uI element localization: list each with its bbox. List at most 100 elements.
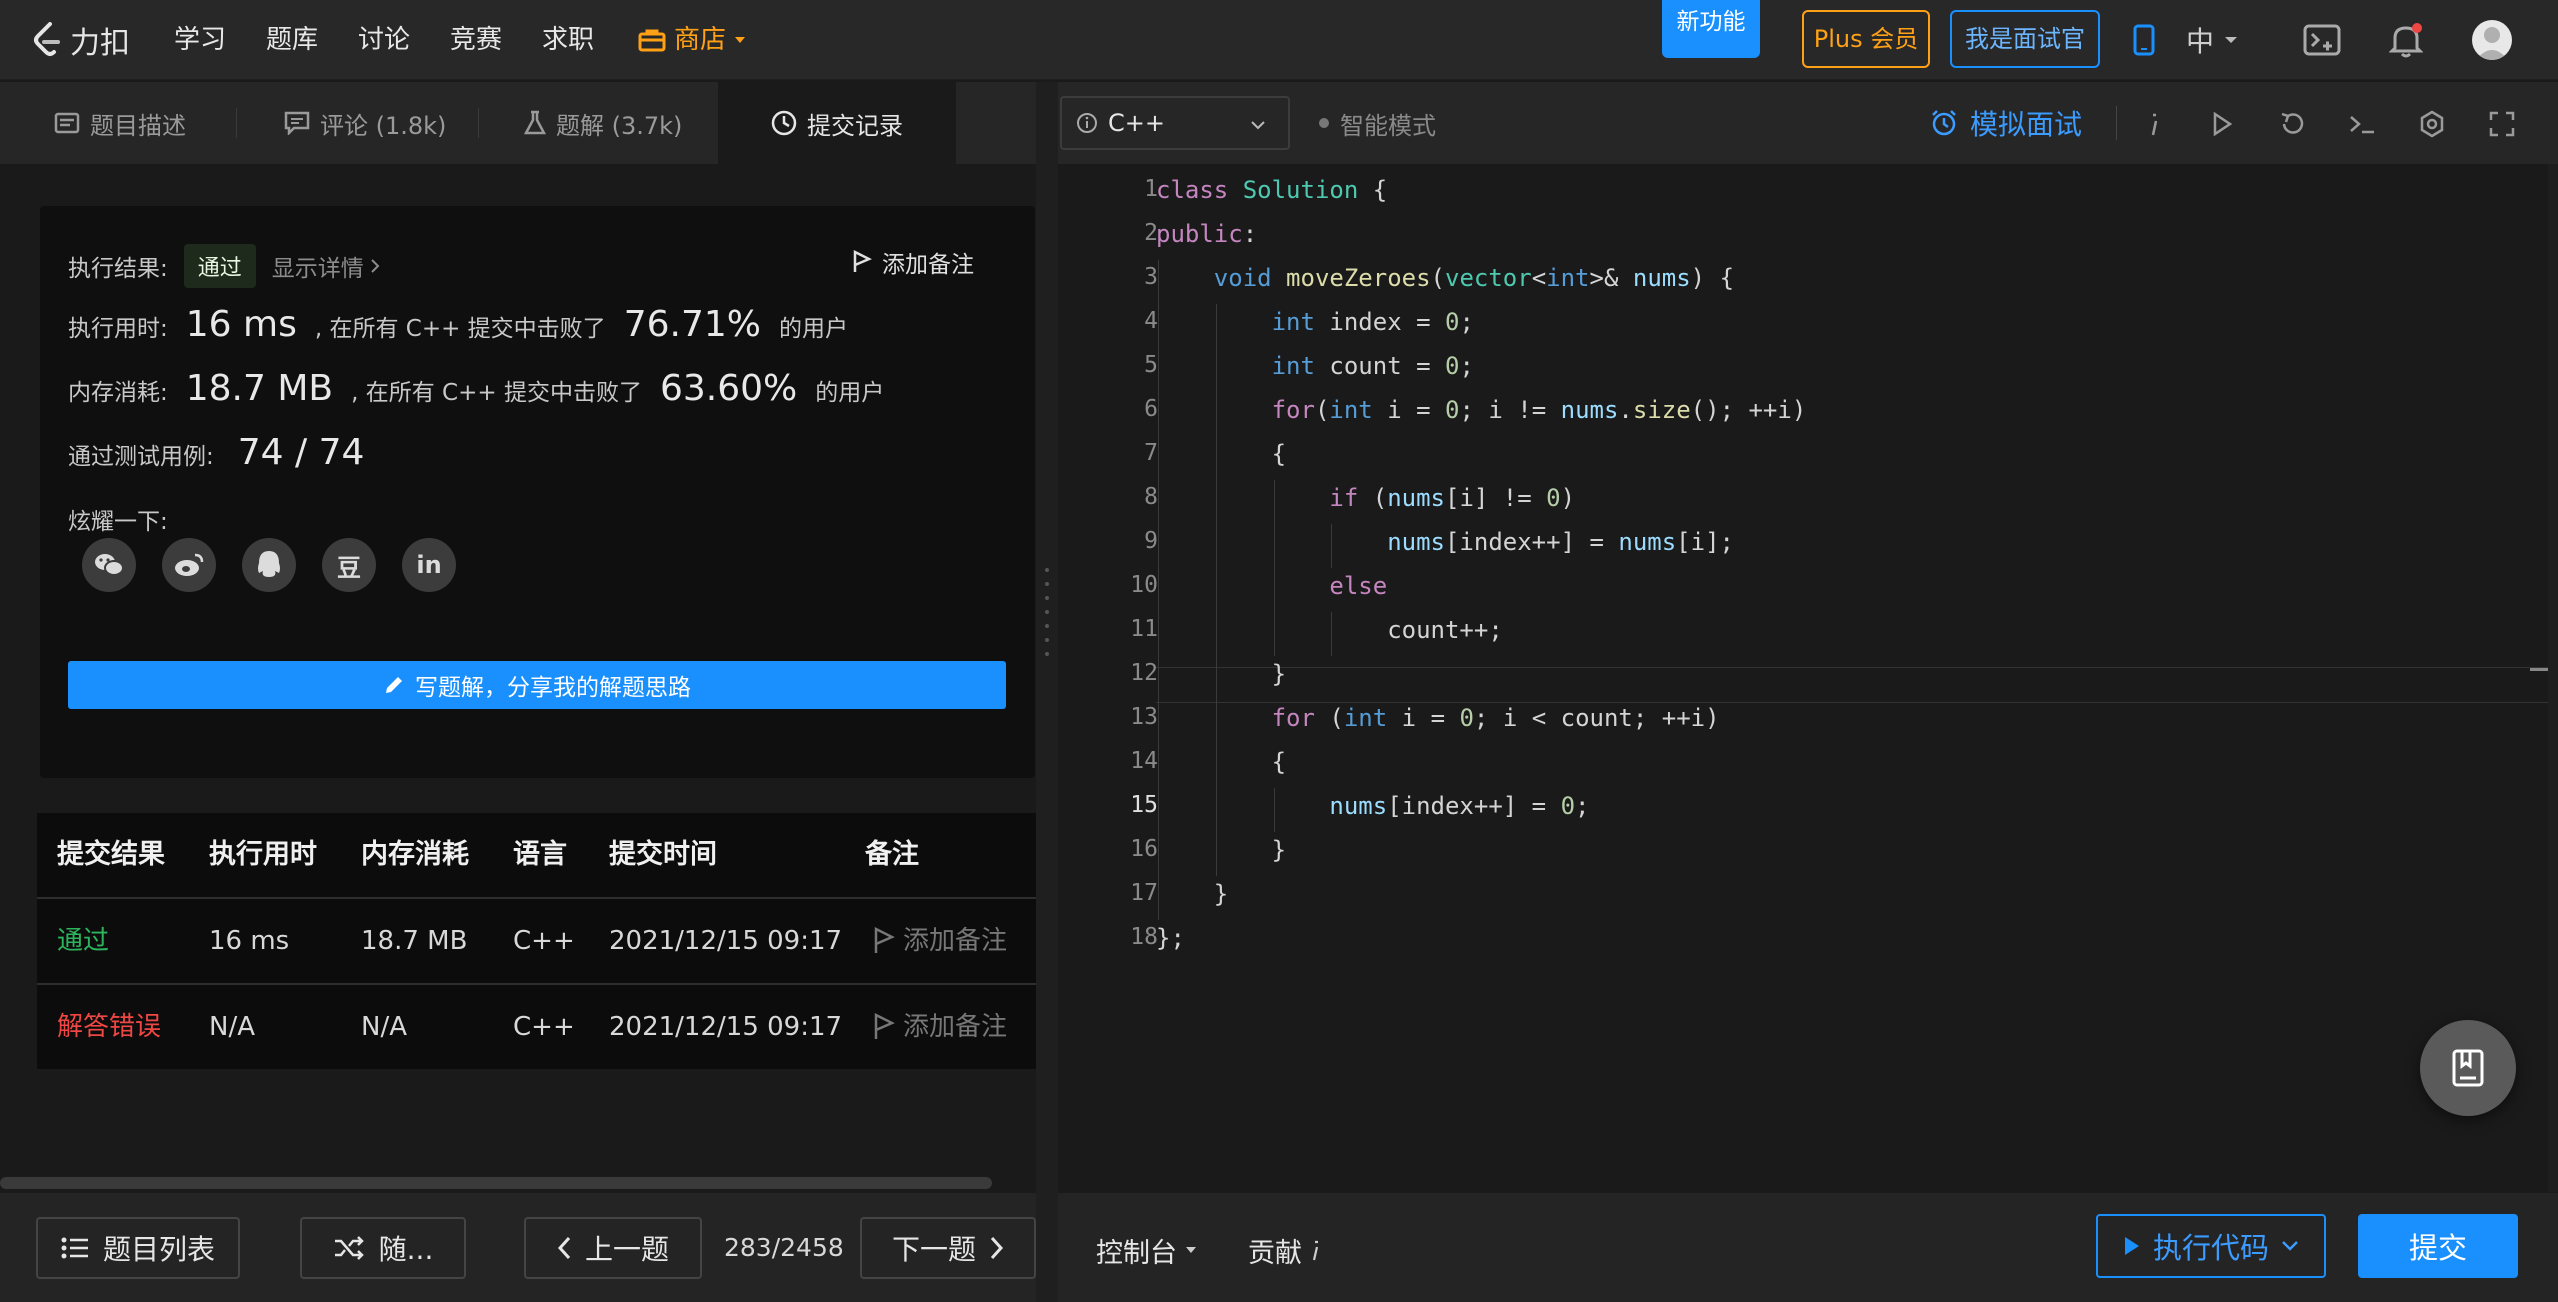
memory-suffix: 的用户	[815, 380, 885, 406]
code-line[interactable]: for (int i = 0; i < count; ++i)	[1156, 700, 1720, 736]
row-note-label: 添加备注	[903, 926, 1008, 956]
code-line[interactable]: if (nums[i] != 0)	[1156, 480, 1575, 516]
notification-bell-icon[interactable]	[2386, 20, 2426, 60]
description-icon	[54, 112, 80, 134]
playground-icon[interactable]	[2302, 20, 2342, 60]
fullscreen-icon[interactable]	[2482, 104, 2522, 144]
indent-guide	[1158, 392, 1159, 436]
nav-store[interactable]: 商店	[638, 0, 746, 80]
code-line[interactable]: {	[1156, 436, 1286, 472]
row-add-note[interactable]: 添加备注	[873, 899, 1007, 983]
memory-beat-text: , 在所有 C++ 提交中击败了	[351, 380, 642, 406]
nav-contest[interactable]: 竞赛	[450, 0, 502, 80]
header-time: 提交时间	[609, 839, 717, 870]
runtime-value: 16 ms	[185, 304, 297, 345]
language-select[interactable]: C++	[1060, 96, 1290, 150]
douban-icon[interactable]: 豆	[322, 538, 376, 592]
list-icon	[61, 1237, 88, 1259]
nav-problemset[interactable]: 题库	[266, 0, 318, 80]
row-result[interactable]: 解答错误	[57, 985, 161, 1069]
avatar[interactable]	[2472, 20, 2512, 60]
indent-guide	[1158, 480, 1159, 524]
store-label: 商店	[674, 25, 727, 55]
wechat-icon[interactable]	[82, 538, 136, 592]
mock-interview-button[interactable]: 模拟面试	[1930, 96, 2082, 150]
memory-row: 内存消耗: 18.7 MB , 在所有 C++ 提交中击败了 63.60% 的用…	[68, 368, 884, 409]
tests-row: 通过测试用例: 74 / 74	[68, 432, 364, 473]
indent-guide	[1331, 612, 1333, 656]
header-result: 提交结果	[57, 839, 165, 870]
mock-interview-label: 模拟面试	[1970, 108, 2083, 141]
line-number: 12	[1130, 660, 1158, 686]
show-details-link[interactable]: 显示详情	[272, 249, 380, 283]
tab-submissions[interactable]: 提交记录	[718, 82, 956, 164]
tab-comments[interactable]: 评论 (1.8k)	[284, 82, 446, 164]
smart-mode-toggle[interactable]: 智能模式	[1318, 96, 1436, 150]
weibo-icon[interactable]	[162, 538, 216, 592]
nav-discuss[interactable]: 讨论	[358, 0, 410, 80]
next-problem-button[interactable]: 下一题	[860, 1217, 1036, 1279]
run-case-icon[interactable]	[2202, 104, 2242, 144]
code-line[interactable]: }	[1156, 832, 1286, 868]
mobile-icon[interactable]	[2124, 20, 2164, 60]
plus-member-button[interactable]: Plus 会员	[1802, 10, 1930, 68]
code-line[interactable]: count++;	[1156, 612, 1503, 648]
table-row[interactable]: 解答错误 N/A N/A C++ 2021/12/15 09:17 添加备注	[37, 983, 1036, 1067]
prev-problem-button[interactable]: 上一题	[524, 1217, 702, 1279]
code-line[interactable]: public:	[1156, 216, 1257, 252]
console-toggle[interactable]: 控制台	[1096, 1222, 1197, 1278]
new-feature-badge[interactable]: 新功能	[1662, 0, 1760, 58]
row-result[interactable]: 通过	[57, 899, 109, 983]
interviewer-button[interactable]: 我是面试官	[1950, 10, 2100, 68]
code-line[interactable]: nums[index++] = 0;	[1156, 788, 1589, 824]
code-line[interactable]: int count = 0;	[1156, 348, 1474, 384]
nav-learn[interactable]: 学习	[174, 0, 226, 80]
code-line[interactable]: class Solution {	[1156, 172, 1387, 208]
douban-glyph: 豆	[337, 553, 361, 582]
contribute-button[interactable]: 贡献	[1248, 1222, 1322, 1278]
submit-button[interactable]: 提交	[2358, 1214, 2518, 1278]
table-row[interactable]: 通过 16 ms 18.7 MB C++ 2021/12/15 09:17 添加…	[37, 897, 1036, 981]
row-add-note[interactable]: 添加备注	[873, 985, 1007, 1069]
dot-icon	[1319, 118, 1329, 128]
linkedin-icon[interactable]: in	[402, 538, 456, 592]
notes-float-button[interactable]	[2420, 1020, 2516, 1116]
code-line[interactable]: }	[1156, 876, 1228, 912]
indent-guide	[1158, 788, 1159, 832]
code-line[interactable]: nums[index++] = nums[i];	[1156, 524, 1734, 560]
indent-guide	[1215, 832, 1217, 876]
indent-guide	[1158, 612, 1159, 656]
panel-splitter[interactable]	[1036, 82, 1058, 1302]
line-number: 16	[1130, 836, 1158, 862]
editor-info-icon[interactable]	[2134, 104, 2174, 144]
problem-list-button[interactable]: 题目列表	[36, 1217, 240, 1279]
code-line[interactable]: int index = 0;	[1156, 304, 1474, 340]
show-details-label: 显示详情	[271, 256, 364, 282]
tab-solutions[interactable]: 题解 (3.7k)	[524, 82, 682, 164]
line-number: 18	[1130, 924, 1158, 950]
qq-icon[interactable]	[242, 538, 296, 592]
top-navbar: 力扣 学习 题库 讨论 竞赛 求职 商店 新功能 Plus 会员 我是面试官 中	[0, 0, 2558, 80]
code-line[interactable]: else	[1156, 568, 1387, 604]
code-line[interactable]: void moveZeroes(vector<int>& nums) {	[1156, 260, 1734, 296]
add-note-button[interactable]: 添加备注	[852, 244, 974, 280]
nav-jobs[interactable]: 求职	[542, 0, 594, 80]
settings-icon[interactable]	[2412, 104, 2452, 144]
vertical-scrollbar[interactable]	[2548, 164, 2558, 1192]
code-line[interactable]: }	[1156, 656, 1286, 692]
run-code-button[interactable]: 执行代码	[2096, 1214, 2326, 1278]
indent-guide	[1158, 744, 1159, 788]
horizontal-scrollbar[interactable]	[0, 1177, 992, 1189]
tab-description[interactable]: 题目描述	[54, 82, 186, 164]
reset-icon[interactable]	[2272, 104, 2312, 144]
leetcode-logo[interactable]: 力扣	[32, 14, 130, 66]
terminal-icon[interactable]	[2342, 104, 2382, 144]
write-solution-button[interactable]: 写题解，分享我的解题思路	[68, 661, 1006, 709]
random-button[interactable]: 随...	[300, 1217, 466, 1279]
share-label: 炫耀一下:	[68, 509, 168, 535]
header-memory: 内存消耗	[361, 839, 469, 870]
code-line[interactable]: for(int i = 0; i != nums.size(); ++i)	[1156, 392, 1807, 428]
code-line[interactable]: };	[1156, 920, 1185, 956]
language-switch[interactable]: 中	[2186, 14, 2238, 66]
code-line[interactable]: {	[1156, 744, 1286, 780]
